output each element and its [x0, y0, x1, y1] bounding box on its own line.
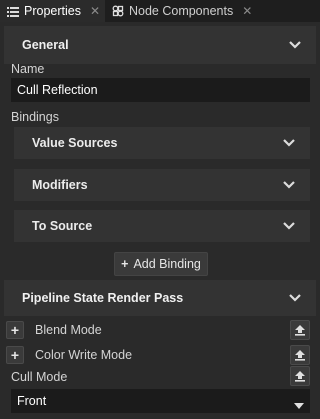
add-binding-label: Add Binding: [133, 257, 201, 271]
close-icon[interactable]: ✕: [241, 4, 253, 18]
modifiers-header[interactable]: Modifiers: [14, 169, 310, 201]
blend-mode-row: + Blend Mode: [6, 318, 314, 342]
section-title: General: [22, 38, 69, 52]
cull-mode-label: Cull Mode: [11, 370, 68, 384]
modifiers-label: Modifiers: [32, 178, 88, 192]
plus-icon: +: [121, 257, 129, 271]
upload-icon[interactable]: [290, 366, 310, 386]
chevron-down-icon[interactable]: [288, 40, 302, 50]
chevron-down-icon[interactable]: [288, 293, 302, 303]
add-color-write-mode-button[interactable]: +: [6, 346, 24, 364]
chevron-down-icon[interactable]: [282, 180, 296, 190]
add-blend-mode-button[interactable]: +: [6, 321, 24, 339]
color-write-mode-label: Color Write Mode: [35, 348, 133, 362]
add-binding-button[interactable]: + Add Binding: [114, 252, 208, 276]
chevron-down-icon[interactable]: [282, 221, 296, 231]
to-source-header[interactable]: To Source: [14, 210, 310, 242]
component-icon: [111, 4, 125, 18]
upload-icon[interactable]: [290, 320, 310, 340]
cull-mode-value: Front: [17, 394, 47, 408]
blend-mode-label: Blend Mode: [35, 323, 102, 337]
cull-mode-select[interactable]: Front: [11, 389, 310, 413]
tab-properties[interactable]: Properties ✕: [0, 0, 105, 22]
tab-bar: Properties ✕ Node Components ✕: [0, 0, 320, 22]
section-general[interactable]: General: [4, 26, 316, 64]
color-write-mode-row: + Color Write Mode: [6, 343, 314, 367]
properties-panel: General Name Cull Reflection Bindings Va…: [0, 22, 320, 419]
upload-icon[interactable]: [290, 345, 310, 365]
name-label: Name: [11, 62, 45, 76]
chevron-down-icon[interactable]: [282, 138, 296, 148]
to-source-label: To Source: [32, 219, 93, 233]
bindings-label: Bindings: [11, 110, 59, 124]
value-sources-label: Value Sources: [32, 136, 118, 150]
tab-label: Node Components: [128, 4, 234, 18]
name-field[interactable]: Cull Reflection: [11, 78, 310, 102]
tab-node-components[interactable]: Node Components ✕: [105, 0, 257, 22]
list-icon: [6, 4, 20, 18]
value-sources-header[interactable]: Value Sources: [14, 127, 310, 159]
close-icon[interactable]: ✕: [89, 4, 101, 18]
section-title: Pipeline State Render Pass: [22, 291, 184, 305]
chevron-down-icon: [294, 398, 304, 412]
section-pipeline-state[interactable]: Pipeline State Render Pass: [4, 280, 316, 316]
tab-label: Properties: [24, 4, 81, 18]
